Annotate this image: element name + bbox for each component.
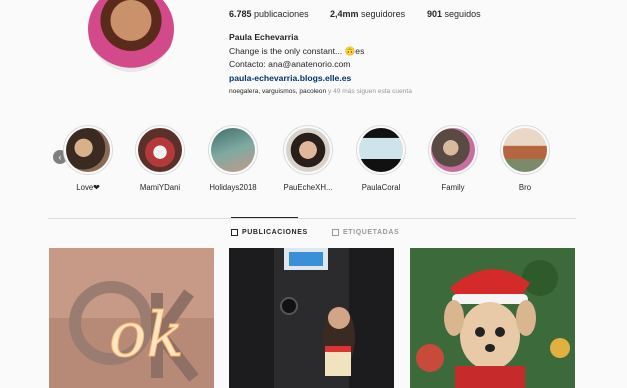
posts-count: 6.785 xyxy=(229,9,252,19)
highlight-item[interactable]: PaulaCoral xyxy=(346,125,416,192)
posts-label: publicaciones xyxy=(254,9,309,19)
highlight-label: Family xyxy=(441,183,465,192)
highlight-item[interactable]: PauEcheXH... xyxy=(273,125,343,192)
profile-bio: Paula Echevarria Change is the only cons… xyxy=(229,31,364,85)
highlight-label: MamiYDani xyxy=(139,183,181,192)
followed-by-more: y 49 más siguen esta cuenta xyxy=(326,88,412,95)
tag-icon xyxy=(332,229,339,236)
highlight-label: Bro xyxy=(518,183,532,192)
post-image xyxy=(229,248,394,388)
profile-avatar[interactable] xyxy=(88,0,174,72)
tab-publicaciones[interactable]: PUBLICACIONES xyxy=(231,229,308,236)
followed-by[interactable]: noegalera, varguismos, pacoleon y 49 más… xyxy=(229,88,412,95)
followers-stat[interactable]: 2,4mm seguidores xyxy=(330,9,405,19)
tab-label: PUBLICACIONES xyxy=(242,229,308,236)
bio-text: Change is the only constant... 🙃es xyxy=(229,45,365,56)
highlight-item[interactable]: Holidays2018 xyxy=(198,125,268,192)
profile-link[interactable]: paula-echevarria.blogs.elle.es xyxy=(229,72,364,86)
highlight-item[interactable]: Family xyxy=(418,125,488,192)
tab-label: ETIQUETADAS xyxy=(343,229,400,236)
followers-label: seguidores xyxy=(361,9,406,19)
bio-contact: Contacto: ana@anatenorio.com xyxy=(229,59,351,69)
neon-text: ok xyxy=(109,298,184,371)
following-label: seguidos xyxy=(444,9,481,19)
profile-name: Paula Echevarria xyxy=(229,32,299,42)
following-stat[interactable]: 901 seguidos xyxy=(427,9,481,19)
post-image: ok xyxy=(49,248,214,388)
active-tab-indicator xyxy=(231,217,298,218)
followed-by-names: noegalera, varguismos, pacoleon xyxy=(229,88,327,95)
grid-icon xyxy=(231,229,238,236)
post-thumbnail[interactable] xyxy=(229,248,394,388)
tabs-divider xyxy=(48,218,576,219)
highlight-item[interactable]: Love❤ xyxy=(53,125,123,192)
tab-etiquetadas[interactable]: ETIQUETADAS xyxy=(332,229,399,236)
highlight-label: PauEcheXH... xyxy=(283,183,333,192)
post-image xyxy=(410,248,575,388)
posts-stat: 6.785 publicaciones xyxy=(229,9,309,19)
highlight-item[interactable]: Bro xyxy=(490,125,560,192)
post-thumbnail[interactable]: ok xyxy=(49,248,214,388)
highlight-label: PaulaCoral xyxy=(361,183,401,192)
highlight-item[interactable]: MamiYDani xyxy=(125,125,195,192)
highlight-label: Holidays2018 xyxy=(209,183,257,192)
followers-count: 2,4mm xyxy=(330,9,359,19)
following-count: 901 xyxy=(427,9,443,19)
post-thumbnail[interactable] xyxy=(410,248,575,388)
highlight-label: Love❤ xyxy=(76,183,100,192)
